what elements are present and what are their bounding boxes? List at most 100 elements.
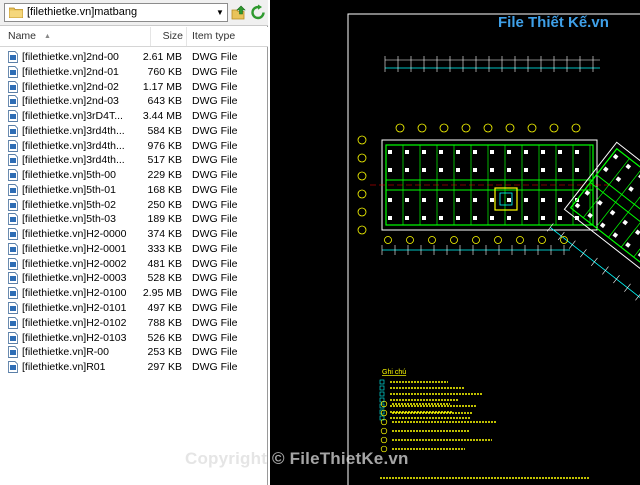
- file-name: [filethietke.vn]H2-0102: [22, 316, 127, 329]
- folder-icon: [9, 7, 23, 18]
- file-row[interactable]: [filethietke.vn]R01 297 KB DWG File: [0, 360, 268, 375]
- file-row[interactable]: [filethietke.vn]5th-01 168 KB DWG File: [0, 183, 268, 198]
- corridor-line: [590, 182, 640, 302]
- dimension-tick: [557, 231, 565, 241]
- column: [625, 242, 631, 248]
- file-row[interactable]: [filethietke.vn]5th-00 229 KB DWG File: [0, 168, 268, 183]
- file-row[interactable]: [filethietke.vn]2nd-03 643 KB DWG File: [0, 94, 268, 109]
- drawing-frame: [347, 13, 640, 485]
- grid-bubble: [357, 135, 367, 145]
- grid-bubble: [483, 123, 493, 133]
- file-explorer-pane: [filethietke.vn]matbang ▼ Name ▲ Size It…: [0, 0, 268, 485]
- file-name: [filethietke.vn]2nd-02: [22, 80, 119, 93]
- logo-text: File Thiết Kế.vn: [498, 14, 609, 31]
- column: [628, 186, 634, 192]
- column: [541, 216, 545, 220]
- chevron-down-icon[interactable]: ▼: [213, 4, 227, 21]
- grid-bubble: [505, 123, 515, 133]
- file-row[interactable]: [filethietke.vn]3rd4th... 517 KB DWG File: [0, 153, 268, 168]
- legend-bubble: [380, 427, 388, 435]
- file-size: 374 KB: [147, 228, 182, 241]
- sort-ascending-icon: ▲: [44, 33, 51, 40]
- file-row[interactable]: [filethietke.vn]H2-0102 788 KB DWG File: [0, 316, 268, 331]
- file-row[interactable]: [filethietke.vn]5th-02 250 KB DWG File: [0, 198, 268, 213]
- file-size: 976 KB: [147, 139, 182, 152]
- column: [388, 198, 392, 202]
- file-row[interactable]: [filethietke.vn]H2-0103 526 KB DWG File: [0, 331, 268, 346]
- column: [541, 198, 545, 202]
- grid-bubble: [494, 236, 502, 244]
- file-type: DWG File: [192, 110, 238, 123]
- file-name: [filethietke.vn]H2-0101: [22, 302, 127, 315]
- grid-bubble: [439, 123, 449, 133]
- file-type: DWG File: [192, 287, 238, 300]
- column: [612, 153, 619, 160]
- column: [558, 150, 562, 154]
- column: [473, 198, 477, 202]
- refresh-icon[interactable]: [250, 4, 266, 21]
- file-type: DWG File: [192, 331, 238, 344]
- grid-bubble: [357, 153, 367, 163]
- file-row[interactable]: [filethietke.vn]5th-03 189 KB DWG File: [0, 212, 268, 227]
- file-row[interactable]: [filethietke.vn]3rd4th... 976 KB DWG File: [0, 139, 268, 154]
- file-row[interactable]: [filethietke.vn]3rD4T... 3.44 MB DWG File: [0, 109, 268, 124]
- column-header-name[interactable]: Name ▲: [8, 27, 148, 46]
- file-row[interactable]: [filethietke.vn]H2-0001 333 KB DWG File: [0, 242, 268, 257]
- file-size: 168 KB: [147, 183, 182, 196]
- file-row[interactable]: [filethietke.vn]H2-0003 528 KB DWG File: [0, 271, 268, 286]
- column: [388, 150, 392, 154]
- dwg-file-icon: [8, 51, 18, 63]
- floor-plan-drawing: Ghi chú: [347, 13, 640, 485]
- dimension-tick: [569, 240, 576, 249]
- file-size: 333 KB: [147, 242, 182, 255]
- dwg-file-icon: [8, 213, 18, 226]
- file-row[interactable]: [filethietke.vn]2nd-00 2.61 MB DWG File: [0, 50, 268, 65]
- column-header-type[interactable]: Item type: [186, 27, 270, 46]
- file-size: 497 KB: [147, 302, 182, 315]
- file-row[interactable]: [filethietke.vn]H2-0100 2.95 MB DWG File: [0, 286, 268, 301]
- column: [507, 198, 511, 202]
- grid-bubble: [357, 171, 367, 181]
- file-row[interactable]: [filethietke.vn]2nd-01 760 KB DWG File: [0, 65, 268, 80]
- column: [456, 168, 460, 172]
- column: [456, 216, 460, 220]
- list-header: Name ▲ Size Item type: [0, 27, 268, 47]
- file-size: 584 KB: [147, 124, 182, 137]
- column: [439, 198, 443, 202]
- file-type: DWG File: [192, 51, 238, 63]
- column: [490, 168, 494, 172]
- file-size: 253 KB: [147, 346, 182, 359]
- legend-swatch: [379, 391, 385, 397]
- file-type: DWG File: [192, 272, 238, 285]
- file-row[interactable]: [filethietke.vn]3rd4th... 584 KB DWG File: [0, 124, 268, 139]
- grid-bubble: [384, 236, 392, 244]
- grid-bubble: [538, 236, 546, 244]
- file-name: [filethietke.vn]5th-02: [22, 198, 116, 211]
- column: [507, 216, 511, 220]
- file-name: [filethietke.vn]3rd4th...: [22, 139, 125, 152]
- file-row[interactable]: [filethietke.vn]R-00 253 KB DWG File: [0, 345, 268, 360]
- file-size: 2.95 MB: [142, 287, 182, 300]
- file-row[interactable]: [filethietke.vn]H2-0101 497 KB DWG File: [0, 301, 268, 316]
- column: [422, 168, 426, 172]
- dwg-file-icon: [8, 346, 18, 359]
- grid-bubble: [357, 207, 367, 217]
- path-combobox[interactable]: [filethietke.vn]matbang ▼: [4, 3, 228, 22]
- file-row[interactable]: [filethietke.vn]H2-0002 481 KB DWG File: [0, 257, 268, 272]
- grid-bubble: [450, 236, 458, 244]
- dwg-file-icon: [8, 257, 18, 270]
- column: [473, 150, 477, 154]
- column-header-size[interactable]: Size: [150, 27, 187, 46]
- wall-line: [569, 147, 640, 327]
- path-text: [filethietke.vn]matbang: [27, 6, 138, 18]
- file-row[interactable]: [filethietke.vn]2nd-02 1.17 MB DWG File: [0, 80, 268, 95]
- up-folder-icon[interactable]: [231, 4, 247, 21]
- file-type: DWG File: [192, 257, 238, 270]
- column: [634, 229, 640, 236]
- column: [456, 150, 460, 154]
- column: [574, 202, 581, 209]
- column: [603, 166, 609, 173]
- file-name: [filethietke.vn]H2-0003: [22, 272, 127, 285]
- dimension-tick: [591, 257, 598, 267]
- file-row[interactable]: [filethietke.vn]H2-0000 374 KB DWG File: [0, 227, 268, 242]
